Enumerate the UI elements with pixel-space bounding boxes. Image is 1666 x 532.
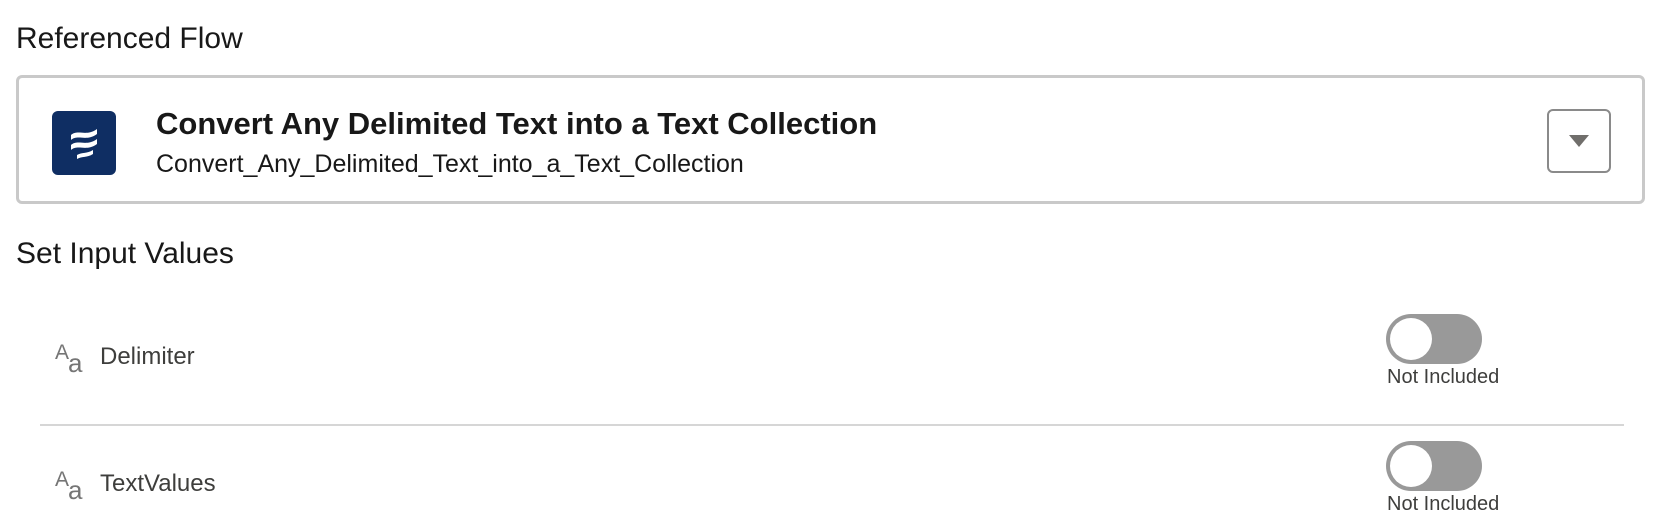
row-divider [40,424,1624,426]
toggle-status: Not Included [1387,366,1500,388]
input-row-delimiter: Aa Delimiter Not Included [40,300,1624,418]
toggle-knob [1390,445,1432,487]
flow-api-name: Convert_Any_Delimited_Text_into_a_Text_C… [156,150,744,178]
toggle-knob [1390,318,1432,360]
text-type-icon: Aa [55,468,83,505]
chevron-down-icon [1569,135,1589,147]
input-label: TextValues [100,470,216,497]
text-type-icon: Aa [55,341,83,378]
referenced-flow-heading: Referenced Flow [16,22,243,55]
referenced-flow-card: Convert Any Delimited Text into a Text C… [16,75,1645,204]
flow-title: Convert Any Delimited Text into a Text C… [156,106,878,141]
set-input-values-heading: Set Input Values [16,237,234,270]
flow-icon [52,111,116,175]
include-toggle[interactable] [1386,314,1482,364]
flow-menu-button[interactable] [1547,109,1611,173]
toggle-status: Not Included [1387,493,1500,515]
input-row-textvalues: Aa TextValues Not Included [40,427,1624,532]
page: Referenced Flow Convert Any Delimited Te… [0,0,1666,532]
input-label: Delimiter [100,343,195,370]
include-toggle[interactable] [1386,441,1482,491]
